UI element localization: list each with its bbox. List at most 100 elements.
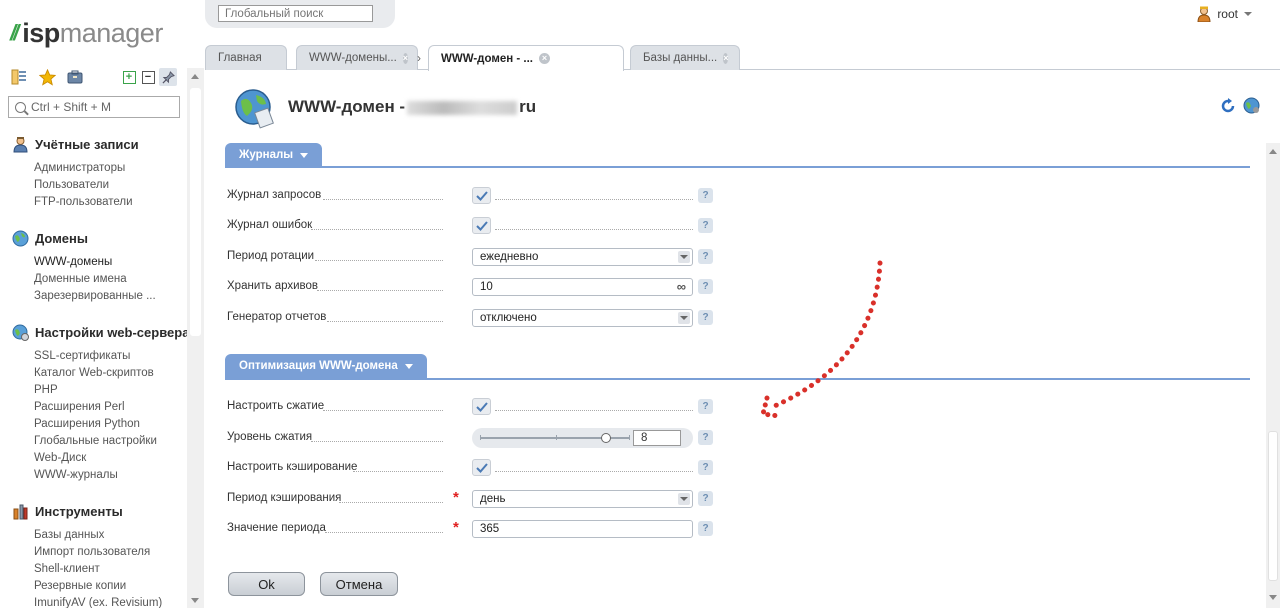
expand-all-icon[interactable]: + xyxy=(120,68,138,86)
sidebar-item-web-scripts[interactable]: Каталог Web-скриптов xyxy=(34,365,189,382)
top-bar: root Главная WWW-домены... × › WWW-домен… xyxy=(205,0,1280,71)
sidebar-item-www-logs[interactable]: WWW-журналы xyxy=(34,467,189,484)
tab-separator-chevron-icon: › xyxy=(417,51,421,65)
setup-caching-checkbox[interactable] xyxy=(472,459,491,476)
help-icon[interactable]: ? xyxy=(698,310,713,325)
user-menu-caret-icon xyxy=(1244,12,1252,16)
close-tab-icon[interactable]: × xyxy=(723,52,729,64)
sidebar-item-www-domains[interactable]: WWW-домены xyxy=(34,254,156,271)
logo-isp: isp xyxy=(22,17,60,48)
tree-view-icon[interactable] xyxy=(10,68,28,86)
sidebar-item-domain-names[interactable]: Доменные имена xyxy=(34,271,156,288)
tab-home[interactable]: Главная xyxy=(205,45,287,70)
sidebar-item-backups[interactable]: Резервные копии xyxy=(34,578,162,595)
ok-button[interactable]: Ok xyxy=(228,572,305,596)
sidebar-search-input[interactable]: Ctrl + Shift + M xyxy=(8,96,180,118)
collapse-caret-icon xyxy=(404,363,413,369)
scroll-up-arrow-icon[interactable] xyxy=(191,74,199,79)
error-log-checkbox[interactable] xyxy=(472,217,491,234)
scroll-down-arrow-icon[interactable] xyxy=(191,598,199,603)
globe-icon xyxy=(12,230,29,247)
caching-period-select[interactable]: день xyxy=(472,490,693,508)
compression-level-input[interactable]: 8 xyxy=(633,430,681,446)
nav-section-title[interactable]: Инструменты xyxy=(12,502,162,520)
tab-www-domains[interactable]: WWW-домены... × xyxy=(296,45,418,70)
field-keep-archives: Хранить архивов 10 ∞ ? xyxy=(227,276,727,298)
global-search-input[interactable] xyxy=(218,5,373,22)
help-icon[interactable]: ? xyxy=(698,188,713,203)
global-search-container xyxy=(205,0,395,28)
period-value-input[interactable]: 365 xyxy=(472,520,693,538)
sidebar-item-admins[interactable]: Администраторы xyxy=(34,160,139,177)
ispmanager-logo[interactable]: // isp manager xyxy=(10,18,163,48)
field-caching-period: Период кэширования * день ? xyxy=(227,488,727,510)
help-icon[interactable]: ? xyxy=(698,460,713,475)
tab-databases[interactable]: Базы данны... × xyxy=(630,45,740,70)
sidebar-item-global-settings[interactable]: Глобальные настройки xyxy=(34,433,189,450)
sidebar-item-databases[interactable]: Базы данных xyxy=(34,527,162,544)
redacted-domain xyxy=(407,100,518,115)
favorites-star-icon[interactable] xyxy=(38,68,56,86)
help-icon[interactable]: ? xyxy=(698,249,713,264)
rotation-period-select[interactable]: ежедневно xyxy=(472,248,693,266)
user-menu[interactable]: root xyxy=(1197,6,1252,23)
briefcase-icon[interactable] xyxy=(66,68,84,86)
nav-section-title[interactable]: Настройки web-сервера xyxy=(12,323,189,341)
cancel-button[interactable]: Отмена xyxy=(320,572,398,596)
setup-compression-checkbox[interactable] xyxy=(472,398,491,415)
sidebar-item-php[interactable]: PHP xyxy=(34,382,189,399)
report-generator-select[interactable]: отключено xyxy=(472,309,693,327)
sidebar-scrollbar[interactable] xyxy=(187,68,204,608)
keep-archives-input[interactable]: 10 ∞ xyxy=(472,278,693,296)
logo-slashes: // xyxy=(10,20,19,45)
sidebar: // isp manager + − Ctrl + Shift + M Учёт… xyxy=(0,0,205,608)
section-divider xyxy=(225,166,1250,168)
sidebar-search-placeholder: Ctrl + Shift + M xyxy=(31,100,112,114)
nav-section-accounts: Учётные записи Администраторы Пользовате… xyxy=(12,135,139,211)
help-icon[interactable]: ? xyxy=(698,521,713,536)
refresh-icon[interactable] xyxy=(1220,98,1236,114)
page-title: WWW-домен - ru xyxy=(288,97,537,116)
close-tab-icon[interactable]: × xyxy=(402,52,409,64)
compression-level-slider[interactable]: 8 xyxy=(472,428,693,448)
sidebar-item-users[interactable]: Пользователи xyxy=(34,177,139,194)
close-tab-icon[interactable]: × xyxy=(539,53,550,64)
nav-section-tools: Инструменты Базы данных Импорт пользоват… xyxy=(12,502,162,608)
help-icon[interactable]: ? xyxy=(698,430,713,445)
section-logs-header[interactable]: Журналы xyxy=(225,143,323,167)
sidebar-item-ssl[interactable]: SSL-сертификаты xyxy=(34,348,189,365)
domain-edit-form: Журналы Журнал запросов ? Журнал ошибок … xyxy=(225,143,1250,608)
users-icon xyxy=(12,136,29,153)
section-optimization-header[interactable]: Оптимизация WWW-домена xyxy=(225,354,427,378)
sidebar-item-ftp-users[interactable]: FTP-пользователи xyxy=(34,194,139,211)
infinity-icon[interactable]: ∞ xyxy=(677,279,686,294)
open-site-globe-icon[interactable] xyxy=(1243,97,1260,114)
field-rotation-period: Период ротации ежедневно ? xyxy=(227,246,727,268)
sidebar-item-reserved[interactable]: Зарезервированные ... xyxy=(34,288,156,305)
sidebar-item-import-user[interactable]: Импорт пользователя xyxy=(34,544,162,561)
nav-section-title[interactable]: Домены xyxy=(12,229,156,247)
main-scrollbar[interactable] xyxy=(1266,143,1280,608)
field-report-generator: Генератор отчетов отключено ? xyxy=(227,307,727,329)
sidebar-item-perl[interactable]: Расширения Perl xyxy=(34,399,189,416)
scroll-down-arrow-icon[interactable] xyxy=(1269,595,1277,600)
collapse-all-icon[interactable]: − xyxy=(139,68,157,86)
help-icon[interactable]: ? xyxy=(698,218,713,233)
sidebar-item-shell[interactable]: Shell-клиент xyxy=(34,561,162,578)
sidebar-item-web-disk[interactable]: Web-Диск xyxy=(34,450,189,467)
sidebar-item-imunify[interactable]: ImunifyAV (ex. Revisium) xyxy=(34,595,162,608)
tab-www-domain-edit[interactable]: WWW-домен - ... × xyxy=(428,45,624,71)
main-scroll-thumb[interactable] xyxy=(1268,431,1278,581)
help-icon[interactable]: ? xyxy=(698,399,713,414)
help-icon[interactable]: ? xyxy=(698,279,713,294)
pin-icon[interactable] xyxy=(159,68,177,86)
request-log-checkbox[interactable] xyxy=(472,187,491,204)
dropdown-arrow-icon xyxy=(678,312,690,324)
sidebar-scroll-thumb[interactable] xyxy=(190,88,201,336)
help-icon[interactable]: ? xyxy=(698,491,713,506)
nav-section-title[interactable]: Учётные записи xyxy=(12,135,139,153)
slider-handle[interactable] xyxy=(601,433,611,443)
sidebar-item-python[interactable]: Расширения Python xyxy=(34,416,189,433)
scroll-up-arrow-icon[interactable] xyxy=(1269,149,1277,154)
required-mark: * xyxy=(453,519,459,536)
